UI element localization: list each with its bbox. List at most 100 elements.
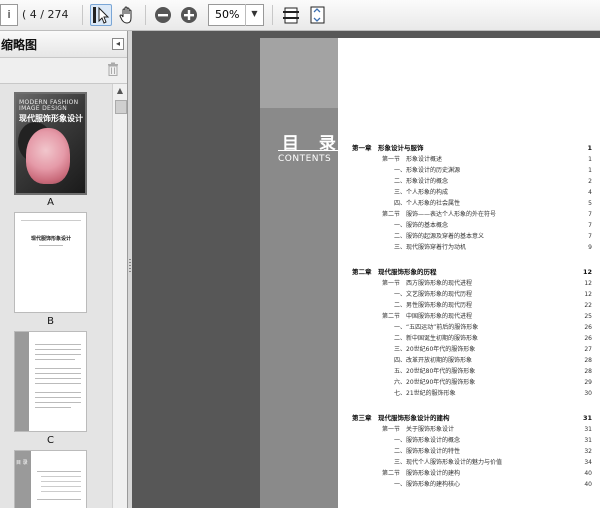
zoom-in-button[interactable] bbox=[178, 4, 200, 26]
toc-section[interactable]: 第一节 关于服饰形象设计 31 bbox=[352, 424, 592, 435]
thumbnail-scrollbar[interactable]: ▲ bbox=[112, 84, 127, 508]
toc-entry-text: 第一节 关于服饰形象设计 bbox=[382, 426, 455, 433]
toolbar: i ( 4 / 274 ) 50% ▼ bbox=[0, 0, 600, 43]
thumbnail-page-b[interactable]: 现代服饰形象设计 bbox=[14, 212, 87, 313]
toc-item[interactable]: 七、21世纪的服饰形象 30 bbox=[352, 388, 592, 399]
toc-chapter[interactable]: 第二章 现代服饰形象的历程 12 bbox=[352, 267, 592, 278]
toc-entry-text: 第三章 现代服饰形象设计的建构 bbox=[352, 414, 450, 422]
toc-entry-text: 二、形象设计的概念 bbox=[394, 178, 449, 185]
page-number-input[interactable]: i bbox=[0, 4, 18, 26]
toc-item[interactable]: 二、形象设计的概念 2 bbox=[352, 176, 592, 187]
cover-title: 现代服饰形象设计 bbox=[19, 114, 83, 123]
text-line bbox=[35, 407, 71, 408]
thumbnail-page-a[interactable]: MODERN FASHION IMAGE DESIGN 现代服饰形象设计 bbox=[14, 92, 87, 195]
select-tool-button[interactable] bbox=[90, 4, 112, 26]
toc-entry-text: 六、20世纪90年代的服饰形象 bbox=[394, 379, 476, 386]
scroll-up-icon[interactable]: ▲ bbox=[114, 85, 126, 97]
toc-page-number: 34 bbox=[584, 459, 592, 466]
fit-page-icon bbox=[310, 6, 325, 24]
zoom-out-button[interactable] bbox=[152, 4, 174, 26]
page-rule bbox=[39, 245, 63, 246]
thumbnail-label: A bbox=[47, 197, 54, 208]
toc-item[interactable]: 三、现代个人服饰形象设计的魅力与价值 34 bbox=[352, 457, 592, 468]
toc-heading-en: CONTENTS bbox=[278, 154, 332, 164]
toc-page-number: 26 bbox=[584, 335, 592, 342]
toc-item[interactable]: 三、20世纪60年代的服饰形象 27 bbox=[352, 344, 592, 355]
toolbar-divider bbox=[145, 5, 146, 25]
toc-section[interactable]: 第一节 形象设计概述 1 bbox=[352, 154, 592, 165]
toc-item[interactable]: 一、服饰形象设计的概念 31 bbox=[352, 435, 592, 446]
splitter-grip-icon[interactable] bbox=[129, 259, 131, 273]
collapse-panel-icon[interactable]: ◂ bbox=[112, 38, 124, 50]
toc-page-number: 32 bbox=[584, 448, 592, 455]
page-side-band bbox=[260, 38, 338, 108]
fit-width-button[interactable] bbox=[280, 4, 302, 26]
toc-entry-text: 第一节 形象设计概述 bbox=[382, 156, 443, 163]
hand-tool-icon bbox=[119, 6, 132, 24]
hand-tool-button[interactable] bbox=[116, 4, 138, 26]
toc-chapter[interactable]: 第三章 现代服饰形象设计的建构 31 bbox=[352, 413, 592, 424]
fit-page-button[interactable] bbox=[306, 4, 328, 26]
toc-section[interactable]: 第二节 服饰形象设计的建构 40 bbox=[352, 468, 592, 479]
toc-item[interactable]: 六、20世纪90年代的服饰形象 29 bbox=[352, 377, 592, 388]
toc-entry-text: 三、个人形象的构成 bbox=[394, 189, 449, 196]
toc-page-number: 28 bbox=[584, 357, 592, 364]
toc-item[interactable]: 一、文艺服饰形象的现代历程 12 bbox=[352, 289, 592, 300]
toc-entry-text: 第一节 西方服饰形象的现代进程 bbox=[382, 280, 473, 287]
text-line bbox=[35, 402, 81, 403]
toc-section[interactable]: 第一节 西方服饰形象的现代进程 12 bbox=[352, 278, 592, 289]
toolbar-divider bbox=[82, 5, 83, 25]
toc-item[interactable]: 三、个人形象的构成 4 bbox=[352, 187, 592, 198]
toc-item[interactable]: 一、服饰的基本概念 7 bbox=[352, 220, 592, 231]
page-rule bbox=[21, 220, 81, 221]
panel-title: 缩略图 bbox=[1, 38, 38, 52]
toc-item[interactable]: 二、服饰形象设计的特性 32 bbox=[352, 446, 592, 457]
toc-entry-text: 二、新中国诞生初期的服饰形象 bbox=[394, 335, 479, 342]
toc-entry-text: 一、服饰形象的建构核心 bbox=[394, 481, 461, 488]
toc-section[interactable]: 第二节 中国服饰形象的现代进程 25 bbox=[352, 311, 592, 322]
thumbnails-panel: 缩略图 ◂ MODERN FASHION IMAGE DESIGN 现代服饰形象设… bbox=[0, 31, 128, 508]
text-line bbox=[35, 397, 81, 398]
toc-page-number: 2 bbox=[588, 178, 592, 185]
toc-page-number: 25 bbox=[584, 313, 592, 320]
toc-item[interactable]: 二、服饰的起源及穿着的基本意义 7 bbox=[352, 231, 592, 242]
thumbnails-header: 缩略图 ◂ bbox=[0, 31, 127, 58]
toc-section[interactable]: 第二节 服饰——表达个人形象的外在符号 7 bbox=[352, 209, 592, 220]
toc-entry-text: 五、20世纪80年代的服饰形象 bbox=[394, 368, 476, 375]
toc-page-number: 1 bbox=[587, 144, 592, 152]
toc-item[interactable]: 二、新中国诞生初期的服饰形象 26 bbox=[352, 333, 592, 344]
thumbnail-page-c[interactable] bbox=[14, 331, 87, 432]
toc-item[interactable]: 二、男性服饰形象的现代历程 22 bbox=[352, 300, 592, 311]
page-band bbox=[15, 332, 29, 431]
toc-page-number: 40 bbox=[584, 470, 592, 477]
toc-page-number: 27 bbox=[584, 346, 592, 353]
toc-item[interactable]: 三、现代服饰穿着行为动机 9 bbox=[352, 242, 592, 253]
thumbnail-page-d[interactable]: 目 录 bbox=[14, 450, 87, 508]
document-viewer[interactable]: 目 录 CONTENTS 第一章 形象设计与服饰 1 第一节 形象设计概述 1 一、形象… bbox=[132, 31, 600, 508]
text-line bbox=[41, 481, 81, 482]
toc-page-number: 7 bbox=[588, 222, 592, 229]
zoom-out-icon bbox=[155, 7, 171, 23]
toc-entry-text: 一、“五四运动”前后的服饰形象 bbox=[394, 324, 479, 331]
toc-item[interactable]: 四、改革开放初期的服饰形象 28 bbox=[352, 355, 592, 366]
toc-page-number: 12 bbox=[584, 291, 592, 298]
thumbnail-list: MODERN FASHION IMAGE DESIGN 现代服饰形象设计 A 现代… bbox=[0, 84, 112, 508]
text-line bbox=[41, 476, 81, 477]
text-line bbox=[35, 359, 75, 360]
toc-item[interactable]: 一、形象设计的历史渊源 1 bbox=[352, 165, 592, 176]
toc-item[interactable]: 四、个人形象的社会属性 5 bbox=[352, 198, 592, 209]
toc-item[interactable]: 一、服饰形象的建构核心 40 bbox=[352, 479, 592, 490]
zoom-in-icon bbox=[181, 7, 197, 23]
scrollbar-thumb[interactable] bbox=[115, 100, 127, 114]
toc-entry-text: 三、现代服饰穿着行为动机 bbox=[394, 244, 467, 251]
toc-chapter[interactable]: 第一章 形象设计与服饰 1 bbox=[352, 143, 592, 154]
toolbar-divider bbox=[272, 5, 273, 25]
chevron-down-icon[interactable]: ▼ bbox=[245, 4, 263, 26]
toc-item[interactable]: 一、“五四运动”前后的服饰形象 26 bbox=[352, 322, 592, 333]
toc-page-number: 29 bbox=[584, 379, 592, 386]
toc-item[interactable]: 五、20世纪80年代的服饰形象 28 bbox=[352, 366, 592, 377]
toc-entry-text: 第二节 服饰形象设计的建构 bbox=[382, 470, 461, 477]
toc-page-number: 7 bbox=[588, 233, 592, 240]
trash-icon[interactable] bbox=[107, 62, 119, 76]
text-line bbox=[35, 344, 81, 345]
